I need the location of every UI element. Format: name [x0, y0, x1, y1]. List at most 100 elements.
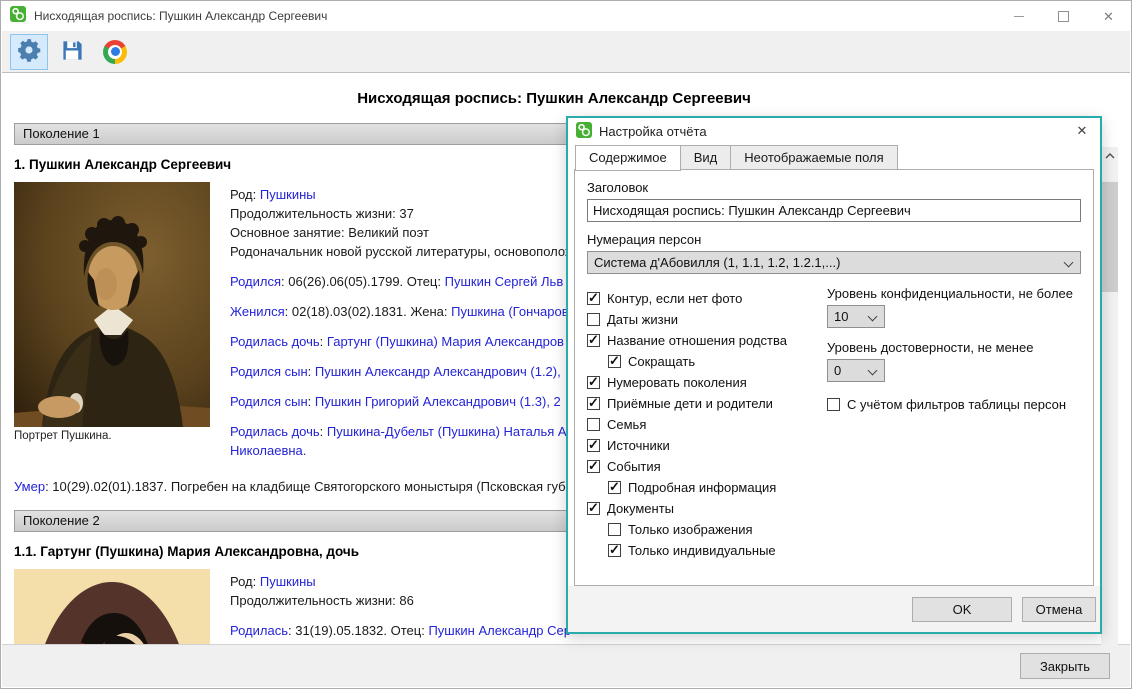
option-checkbox[interactable]: Приёмные дети и родители — [587, 395, 827, 412]
window-controls: ✕ — [996, 1, 1131, 31]
person-link[interactable]: Пушкины — [260, 187, 316, 202]
chevron-down-icon — [869, 367, 876, 374]
text-run: : — [308, 394, 315, 409]
dialog-tabs: СодержимоеВидНеотображаемые поля — [568, 144, 1100, 170]
person-link[interactable]: Женился — [230, 304, 285, 319]
checkbox-label: Сокращать — [628, 354, 695, 369]
person-link[interactable]: Родилась дочь — [230, 424, 320, 439]
app-logo-icon — [10, 6, 26, 27]
close-report-button[interactable]: Закрыть — [1020, 653, 1110, 679]
numbering-selected-value: Система д'Абовилля (1, 1.1, 1.2, 1.2.1,.… — [594, 255, 840, 270]
certainty-select[interactable]: 0 — [827, 359, 885, 382]
option-checkbox[interactable]: Даты жизни — [587, 311, 827, 328]
dialog-close-icon[interactable]: ✕ — [1070, 123, 1094, 139]
dialog-buttons: OK Отмена — [568, 586, 1100, 632]
dialog-tab[interactable]: Содержимое — [575, 145, 681, 171]
save-report-button[interactable] — [53, 34, 91, 70]
dialog-title: Настройка отчёта — [599, 124, 707, 139]
confidentiality-select[interactable]: 10 — [827, 305, 885, 328]
checkbox-icon — [608, 481, 621, 494]
option-checkbox[interactable]: Подробная информация — [608, 479, 827, 496]
checkbox-icon — [587, 460, 600, 473]
tab-panel-content: Заголовок Нумерация персон Система д'Або… — [574, 169, 1094, 586]
header-label: Заголовок — [587, 180, 1081, 195]
vertical-scrollbar[interactable] — [1101, 147, 1118, 646]
gear-icon — [16, 37, 42, 66]
person-link[interactable]: Родилась — [230, 623, 288, 638]
option-checkbox[interactable]: События — [587, 458, 827, 475]
ok-button[interactable]: OK — [912, 597, 1012, 622]
option-checkbox[interactable]: Источники — [587, 437, 827, 454]
option-checkbox[interactable]: Семья — [587, 416, 827, 433]
open-in-browser-button[interactable] — [96, 34, 134, 70]
checkbox-icon — [587, 439, 600, 452]
confidentiality-value: 10 — [834, 309, 848, 324]
text-run: : — [320, 334, 327, 349]
option-checkbox[interactable]: Документы — [587, 500, 827, 517]
checkbox-icon — [587, 334, 600, 347]
person-link[interactable]: Родился — [230, 274, 281, 289]
person-link[interactable]: Пушкин Григорий Александрович (1.3), 2 — [315, 394, 561, 409]
option-checkbox[interactable]: Только изображения — [608, 521, 827, 538]
chevron-down-icon — [1065, 259, 1072, 266]
checkbox-label: Семья — [607, 417, 646, 432]
person-link[interactable]: Родилась дочь — [230, 334, 320, 349]
text-run: : 31(19).05.1832. Отец: — [288, 623, 428, 638]
person-link[interactable]: Гартунг (Пушкина) Мария Александров — [327, 334, 564, 349]
person-link[interactable]: Николаевна. — [230, 443, 306, 458]
text-run: : — [308, 364, 315, 379]
checkbox-icon — [827, 398, 840, 411]
person-filters-checkbox[interactable]: С учётом фильтров таблицы персон — [827, 396, 1081, 413]
person-link[interactable]: Пушкины — [260, 574, 316, 589]
text-run: : — [320, 424, 327, 439]
checkbox-icon — [587, 292, 600, 305]
scroll-up-arrow[interactable] — [1101, 147, 1118, 164]
checkbox-icon — [587, 502, 600, 515]
text-run: Основное занятие: Великий поэт — [230, 225, 429, 240]
certainty-value: 0 — [834, 363, 841, 378]
text-run: Продолжительность жизни: 37 — [230, 206, 414, 221]
option-checkbox[interactable]: Контур, если нет фото — [587, 290, 827, 307]
checkbox-label: Название отношения родства — [607, 333, 787, 348]
text-run: Родоначальник новой русской литературы, … — [230, 244, 574, 259]
filter-options: Уровень конфиденциальности, не более 10 … — [827, 286, 1081, 563]
checkbox-icon — [608, 544, 621, 557]
option-checkbox[interactable]: Только индивидуальные — [608, 542, 827, 559]
person-link[interactable]: Пушкина-Дубельт (Пушкина) Наталья А — [327, 424, 567, 439]
person-link[interactable]: Пушкина (Гончаров — [451, 304, 569, 319]
checkbox-icon — [587, 313, 600, 326]
text-run: Продолжительность жизни: 86 — [230, 593, 414, 608]
report-header-input[interactable] — [587, 199, 1081, 222]
toolbar — [2, 31, 1130, 73]
numbering-select[interactable]: Система д'Абовилля (1, 1.1, 1.2, 1.2.1,.… — [587, 251, 1081, 274]
report-settings-dialog: Настройка отчёта ✕ СодержимоеВидНеотобра… — [566, 116, 1102, 634]
maximize-icon — [1058, 11, 1069, 22]
option-checkbox[interactable]: Сокращать — [608, 353, 827, 370]
photo-caption: Портрет Пушкина. — [14, 430, 210, 442]
cancel-button[interactable]: Отмена — [1022, 597, 1096, 622]
checkbox-label: Подробная информация — [628, 480, 776, 495]
person-link[interactable]: Родился сын — [230, 364, 308, 379]
checkbox-label: Документы — [607, 501, 674, 516]
person-link[interactable]: Пушкин Александр Сер — [428, 623, 571, 638]
checkbox-label: Только изображения — [628, 522, 753, 537]
content-options-list: Контур, если нет фото Даты жизни Название … — [587, 286, 827, 563]
maximize-button[interactable] — [1041, 1, 1086, 31]
report-settings-button[interactable] — [10, 34, 48, 70]
footer-bar: Закрыть — [2, 644, 1130, 687]
person-link[interactable]: Пушкин Сергей Льв — [445, 274, 564, 289]
checkbox-label: Контур, если нет фото — [607, 291, 742, 306]
person-link[interactable]: Пушкин Александр Александрович (1.2), — [315, 364, 561, 379]
person-link[interactable]: Умер — [14, 479, 45, 494]
option-checkbox[interactable]: Название отношения родства — [587, 332, 827, 349]
option-checkbox[interactable]: Нумеровать поколения — [587, 374, 827, 391]
dialog-tab[interactable]: Неотображаемые поля — [730, 145, 897, 170]
numbering-label: Нумерация персон — [587, 232, 1081, 247]
dialog-tab[interactable]: Вид — [680, 145, 732, 170]
scrollbar-thumb[interactable] — [1101, 182, 1118, 292]
checkbox-label: Приёмные дети и родители — [607, 396, 773, 411]
minimize-button[interactable] — [996, 1, 1041, 31]
person-link[interactable]: Родился сын — [230, 394, 308, 409]
close-button[interactable]: ✕ — [1086, 1, 1131, 31]
text-run: : 10(29).02(01).1837. Погребен на кладби… — [45, 479, 573, 494]
